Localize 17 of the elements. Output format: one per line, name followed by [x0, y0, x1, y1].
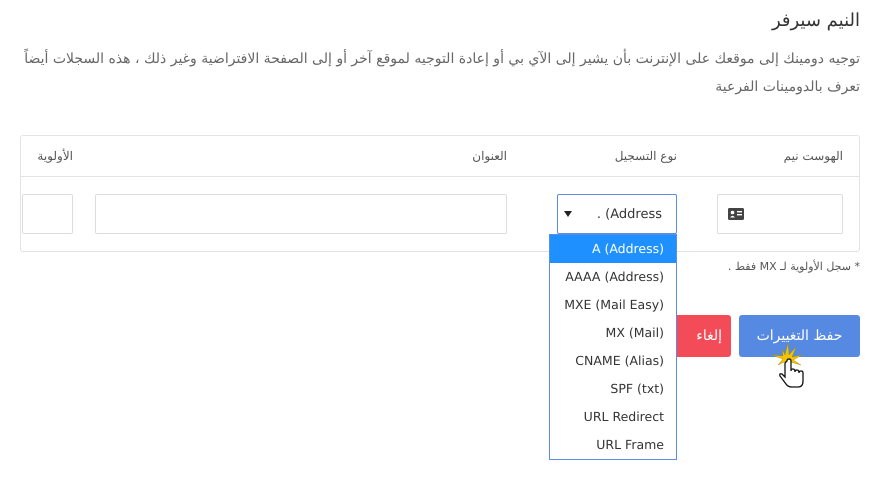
caret-icon [564, 211, 572, 217]
hostname-field[interactable] [717, 194, 843, 234]
priority-field[interactable] [22, 194, 73, 234]
column-header: العنوان [472, 149, 507, 163]
column-header: الهوست نيم [784, 149, 843, 163]
address-field[interactable] [95, 194, 507, 234]
column-header: نوع التسجيل [614, 149, 677, 163]
dropdown-option[interactable]: SPF (txt) [550, 375, 676, 403]
dropdown-option[interactable]: AAAA (Address) [550, 263, 676, 291]
description: توجيه دومينك إلى موقعك على الإنترنت بأن يشير إلى الآي بي أو إعادة التوجيه لموقع آخر أو إلى الصفحة الافتراضية وغير ذلك ، هذه السجلات أيضاً تعرف بالدومينات الفرعية [20, 45, 860, 101]
dropdown-option[interactable]: URL Redirect [550, 403, 676, 431]
column-header: الأولوية [37, 149, 73, 163]
section-title: النيم سيرفر [770, 10, 860, 31]
id-card-icon [728, 208, 744, 220]
priority-note: * سجل الأولوية لـ MX فقط . [726, 260, 860, 273]
record-type-select[interactable]: . (Address [557, 194, 677, 234]
dropdown-option[interactable]: URL Frame [550, 431, 676, 459]
